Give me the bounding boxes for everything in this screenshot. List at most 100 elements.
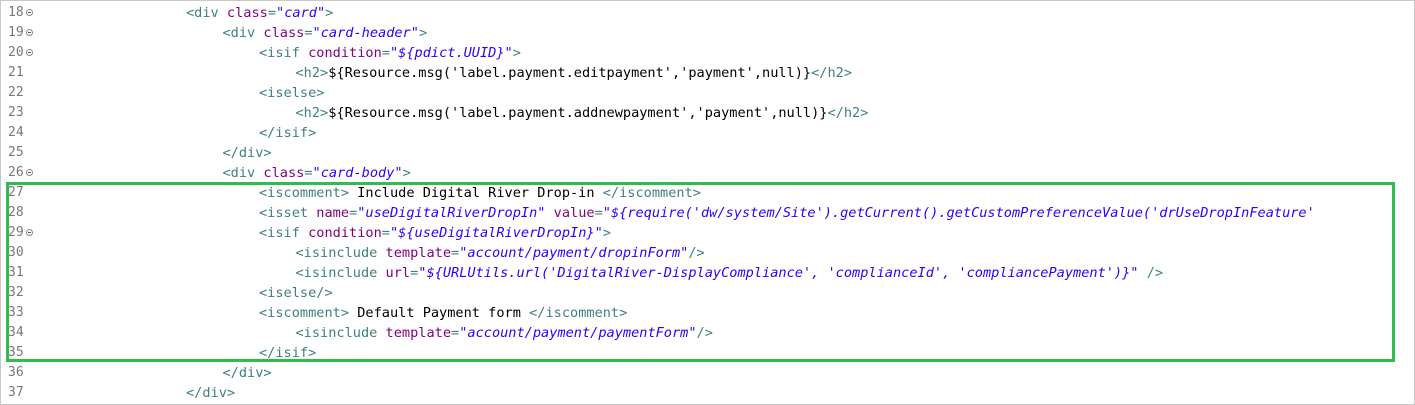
- token-val: "account/payment/paymentForm": [459, 325, 697, 341]
- token-attr: url: [385, 265, 411, 281]
- token-attr: condition: [308, 225, 382, 241]
- token-val: "${useDigitalRiverDropIn}": [389, 225, 603, 241]
- line-number: 33: [8, 305, 24, 320]
- code-text: <div class="card-body">: [223, 163, 411, 183]
- code-line[interactable]: 20 <isif condition="${pdict.UUID}">: [1, 43, 1414, 63]
- line-number: 26: [8, 165, 24, 180]
- fold-collapse-icon[interactable]: [26, 9, 33, 16]
- fold-collapse-icon[interactable]: [26, 229, 33, 236]
- token-val: "${pdict.UUID}": [389, 45, 513, 61]
- token-tag: =: [349, 205, 358, 221]
- token-attr: class: [226, 5, 268, 21]
- code-line[interactable]: 22 <iselse>: [1, 83, 1414, 103]
- line-number: 21: [8, 65, 24, 80]
- token-tag: </div>: [222, 365, 272, 381]
- fold-collapse-icon[interactable]: [26, 29, 33, 36]
- line-number: 30: [8, 245, 24, 260]
- token-tag: =: [304, 25, 313, 41]
- token-tag: <div: [222, 25, 264, 41]
- code-text: <iscomment> Default Payment form </iscom…: [259, 303, 627, 323]
- code-line[interactable]: 25 </div>: [1, 143, 1414, 163]
- token-txt: ${Resource.msg('label.payment.editpaymen…: [328, 65, 812, 81]
- code-line[interactable]: 32 <iselse/>: [1, 283, 1414, 303]
- line-number: 22: [8, 85, 24, 100]
- token-tag: <isinclude: [295, 265, 386, 281]
- code-text: <isinclude url="${URLUtils.url('DigitalR…: [296, 263, 1164, 283]
- code-text: <isset name="useDigitalRiverDropIn" valu…: [259, 203, 1315, 223]
- token-tag: =: [304, 165, 313, 181]
- token-val: "${require('dw/system/Site').getCurrent(…: [602, 205, 1315, 221]
- token-tag: =: [451, 325, 460, 341]
- code-text: </div>: [223, 143, 272, 163]
- token-attr: class: [263, 25, 305, 41]
- code-line[interactable]: 36 </div>: [1, 363, 1414, 383]
- token-tag: >: [602, 225, 611, 241]
- code-line[interactable]: 29 <isif condition="${useDigitalRiverDrop…: [1, 223, 1414, 243]
- code-line[interactable]: 23 <h2>${Resource.msg('label.payment.addn…: [1, 103, 1414, 123]
- token-tag: >: [418, 25, 428, 41]
- line-number: 20: [8, 45, 24, 60]
- code-line[interactable]: 31 <isinclude url="${URLUtils.url('Digita…: [1, 263, 1414, 283]
- code-text: <h2>${Resource.msg('label.payment.editpa…: [296, 63, 853, 83]
- code-text: </isif>: [259, 343, 316, 363]
- token-tag: <iscomment>: [259, 185, 350, 201]
- code-line[interactable]: 30 <isinclude template="account/payment/d…: [1, 243, 1414, 263]
- token-tag: <iscomment>: [259, 305, 350, 321]
- code-line[interactable]: 24 </isif>: [1, 123, 1414, 143]
- token-tag: />: [696, 325, 713, 341]
- token-tag: <isif: [259, 45, 309, 61]
- token-attr: template: [385, 325, 452, 341]
- token-tag: <h2>: [295, 105, 329, 121]
- line-number: 34: [8, 325, 24, 340]
- fold-collapse-icon[interactable]: [26, 49, 33, 56]
- token-tag: </h2>: [827, 105, 869, 121]
- fold-collapse-icon[interactable]: [26, 169, 33, 176]
- code-line[interactable]: 33 <iscomment> Default Payment form </isc…: [1, 303, 1414, 323]
- line-number: 37: [8, 385, 24, 400]
- token-attr: condition: [308, 45, 382, 61]
- code-text: </div>: [186, 383, 235, 403]
- code-text: <h2>${Resource.msg('label.payment.addnew…: [296, 103, 869, 123]
- token-tag: <isinclude: [295, 325, 386, 341]
- token-attr: value: [553, 205, 595, 221]
- token-tag: =: [267, 5, 277, 21]
- token-tag: </iscomment>: [602, 185, 701, 201]
- code-line[interactable]: 26 <div class="card-body">: [1, 163, 1414, 183]
- token-tag: >: [402, 165, 411, 181]
- code-line[interactable]: 37 </div>: [1, 383, 1414, 403]
- code-line[interactable]: 27 <iscomment> Include Digital River Drop…: [1, 183, 1414, 203]
- token-tag: <iselse/>: [259, 285, 333, 301]
- line-number: 31: [8, 265, 24, 280]
- token-txt: Default Payment form: [349, 305, 530, 321]
- token-tag: <div: [186, 5, 227, 21]
- token-tag: =: [381, 225, 390, 241]
- code-text: <iselse>: [259, 83, 324, 103]
- code-line[interactable]: 35 </isif>: [1, 343, 1414, 363]
- line-number: 23: [8, 105, 24, 120]
- code-editor[interactable]: 18 <div class="card"> 19 <div class="card-h…: [0, 0, 1415, 405]
- token-tag: <h2>: [295, 65, 329, 81]
- token-attr: name: [316, 205, 350, 221]
- token-val: "useDigitalRiverDropIn": [357, 205, 546, 221]
- line-number: 27: [8, 185, 24, 200]
- line-number: 28: [8, 205, 24, 220]
- token-tag: </iscomment>: [529, 305, 628, 321]
- code-line[interactable]: 21 <h2>${Resource.msg('label.payment.edit…: [1, 63, 1414, 83]
- line-number: 32: [8, 285, 24, 300]
- line-number: 24: [8, 125, 24, 140]
- code-line[interactable]: 19 <div class="card-header">: [1, 23, 1414, 43]
- code-text: <div class="card">: [186, 3, 333, 23]
- token-val: "${URLUtils.url('DigitalRiver-DisplayCom…: [418, 265, 1139, 281]
- code-text: <isif condition="${pdict.UUID}">: [259, 43, 521, 63]
- code-text: <isinclude template="account/payment/dro…: [296, 243, 705, 263]
- code-line[interactable]: 34 <isinclude template="account/payment/p…: [1, 323, 1414, 343]
- token-tag: >: [325, 5, 334, 21]
- code-text: </div>: [223, 363, 272, 383]
- code-line[interactable]: 18 <div class="card">: [1, 3, 1414, 23]
- code-line[interactable]: 28 <isset name="useDigitalRiverDropIn" va…: [1, 203, 1414, 223]
- token-tag: =: [451, 245, 460, 261]
- line-number: 25: [8, 145, 24, 160]
- token-val: "card-body": [312, 165, 403, 181]
